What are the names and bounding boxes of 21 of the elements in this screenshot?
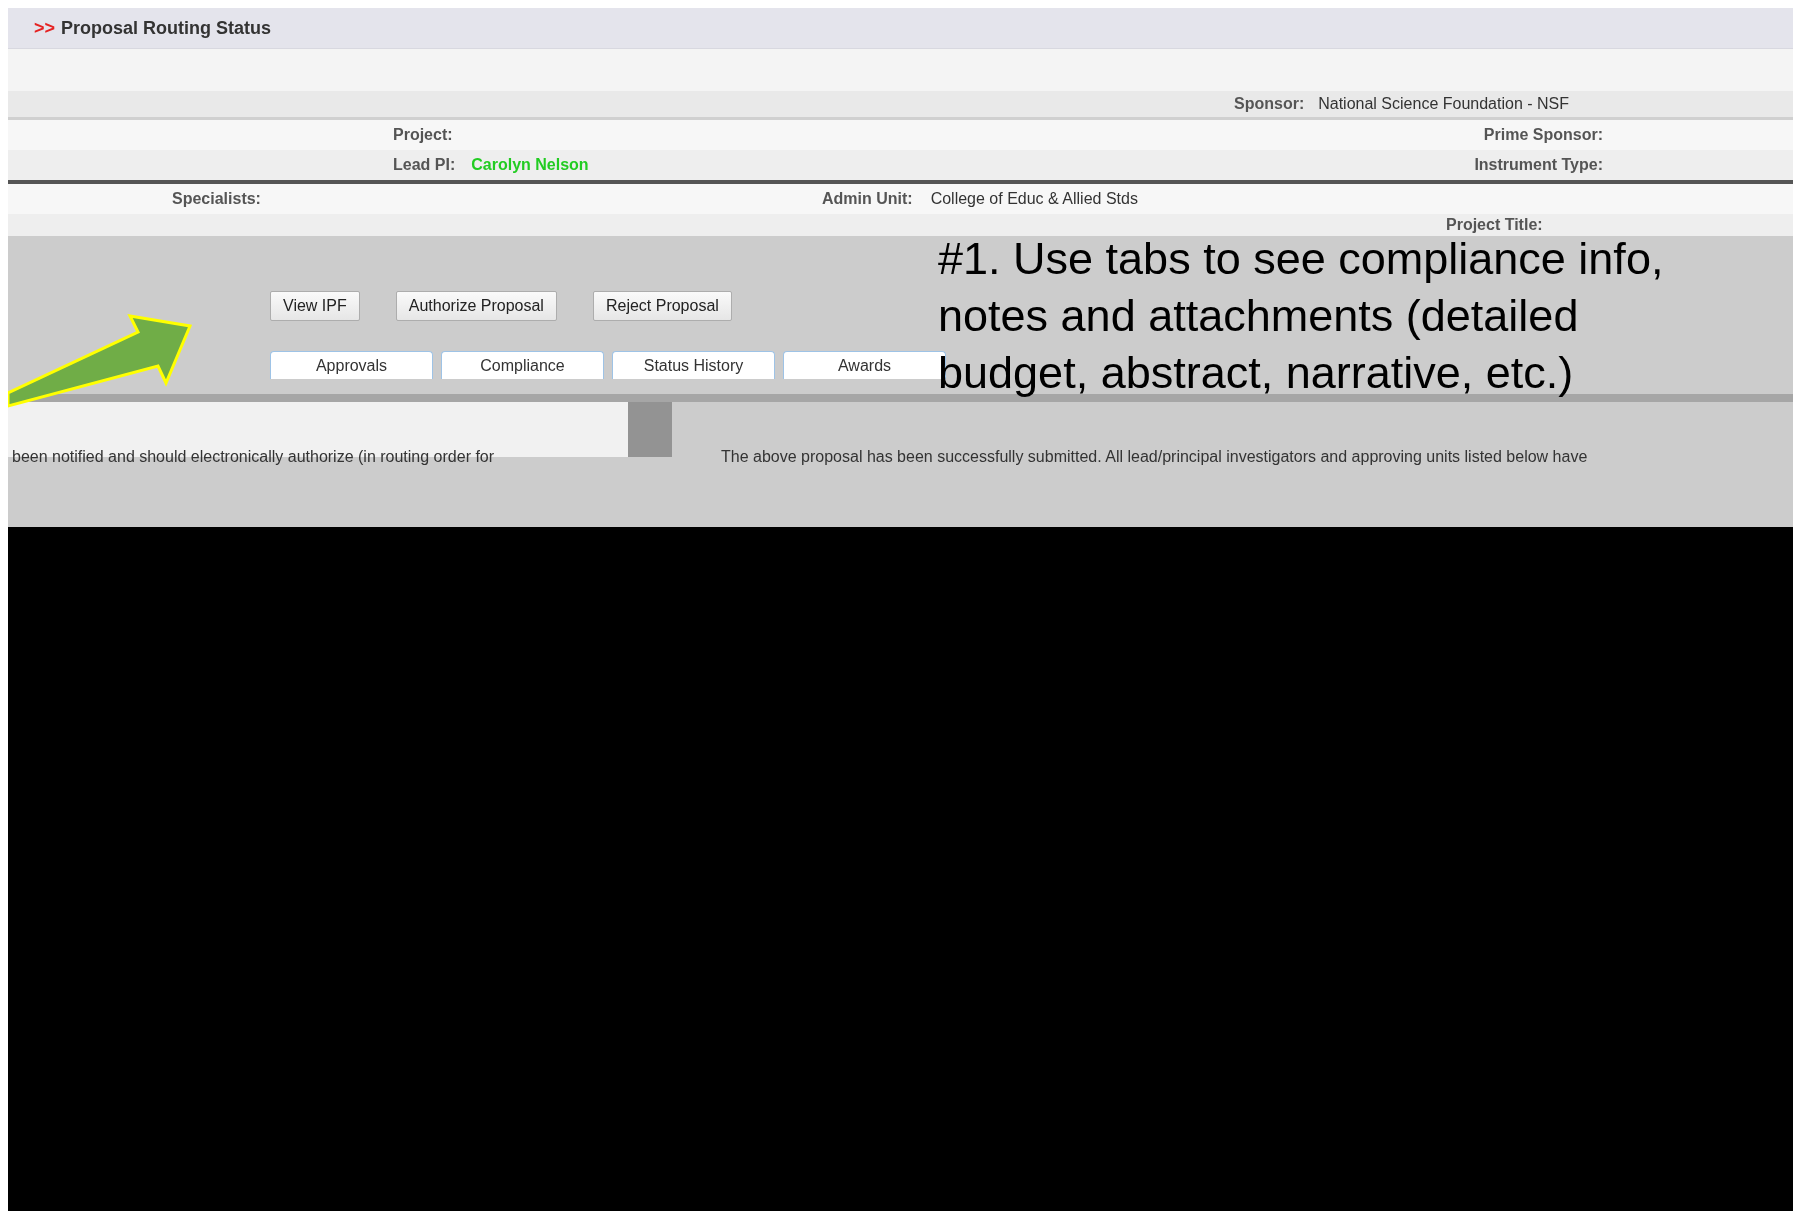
double-chevron-icon: >> <box>34 17 56 39</box>
field-label: Specialists: <box>172 190 262 208</box>
body-text: been notified and should electronically authorize (in routing order for <box>12 448 495 466</box>
field-label: Lead PI: <box>393 156 456 174</box>
tab[interactable]: Compliance <box>441 351 604 379</box>
page-title: Proposal Routing Status <box>61 17 272 39</box>
field-value: Carolyn Nelson <box>471 156 589 174</box>
field-label: Sponsor: <box>1234 95 1305 113</box>
tab[interactable]: Status History <box>612 351 775 379</box>
tab[interactable]: Approvals <box>270 351 433 379</box>
field-label: Prime Sponsor: <box>1483 126 1603 144</box>
authorize-button[interactable]: Authorize Proposal <box>395 291 557 321</box>
field-label: Project Title: <box>1446 216 1543 234</box>
field-value: National Science Foundation - NSF <box>1318 95 1569 113</box>
view-button[interactable]: View IPF <box>270 291 360 321</box>
field-label: Project: <box>393 126 453 144</box>
field-label: Instrument Type: <box>1474 156 1603 174</box>
reject-button[interactable]: Reject Proposal <box>592 291 732 321</box>
body-text: The above proposal has been successfully submitted. All lead/principal investigators and approving units listed below have <box>721 448 1588 466</box>
field-label: Admin Unit: <box>822 190 913 208</box>
field-value: College of Educ & Allied Stds <box>930 190 1138 208</box>
